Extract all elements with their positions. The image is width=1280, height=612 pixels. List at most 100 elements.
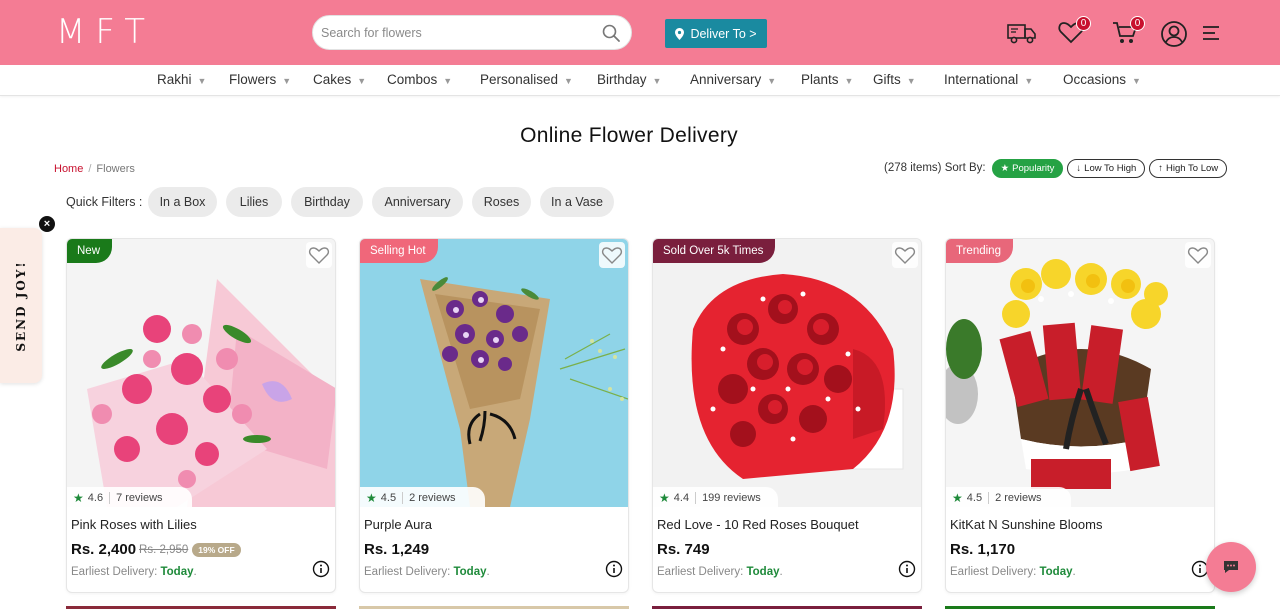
nav-item-cakes[interactable]: Cakes ▼: [313, 72, 366, 87]
delivery-day: Today: [746, 566, 780, 578]
chevron-down-icon: ▼: [357, 76, 367, 86]
quick-filters-label: Quick Filters :: [66, 195, 143, 209]
product-image[interactable]: [67, 239, 335, 507]
arrow-down-icon: ↓: [1076, 162, 1082, 174]
nav-item-anniversary[interactable]: Anniversary ▼: [690, 72, 776, 87]
cart-count-badge: 0: [1130, 16, 1145, 31]
chevron-down-icon: ▼: [282, 76, 292, 86]
info-icon[interactable]: [312, 560, 330, 578]
delivery-day: Today: [160, 566, 194, 578]
nav-item-combos[interactable]: Combos ▼: [387, 72, 452, 87]
cart-button[interactable]: 0: [1111, 16, 1145, 48]
divider: [988, 492, 990, 504]
product-tag: Sold Over 5k Times: [653, 239, 776, 263]
product-name[interactable]: Pink Roses with Lilies: [71, 517, 197, 532]
wishlist-count-badge: 0: [1076, 16, 1091, 31]
nav-item-personalised[interactable]: Personalised ▼: [480, 72, 573, 87]
delivery-truck-button[interactable]: [1006, 18, 1036, 48]
product-card[interactable]: Trending ★ 4.5 2 reviews KitKat N Sunshine…: [945, 238, 1215, 593]
filter-chip-roses[interactable]: Roses: [472, 187, 531, 217]
review-count: 2 reviews: [995, 492, 1042, 504]
product-price-row: Rs. 2,400 Rs. 2,950 19% OFF: [71, 541, 241, 558]
next-row-card-edge: [66, 606, 336, 612]
nav-item-plants[interactable]: Plants ▼: [801, 72, 853, 87]
divider: [109, 492, 111, 504]
nav-label: International: [944, 72, 1019, 87]
sort-low-to-high-label: Low To High: [1084, 162, 1137, 174]
menu-button[interactable]: [1201, 22, 1231, 52]
divider: [695, 492, 697, 504]
chevron-down-icon: ▼: [767, 76, 777, 86]
nav-label: Occasions: [1063, 72, 1127, 87]
nav-item-rakhi[interactable]: Rakhi ▼: [157, 72, 206, 87]
next-row-card-edge: [359, 606, 629, 612]
product-name[interactable]: Red Love - 10 Red Roses Bouquet: [657, 517, 859, 532]
sort-popularity-button[interactable]: ★ Popularity: [991, 158, 1064, 178]
product-card[interactable]: Selling Hot ★ 4.5 2 reviews Purple Aura Rs…: [359, 238, 629, 593]
nav-label: Plants: [801, 72, 839, 87]
product-image[interactable]: [360, 239, 628, 507]
sort-bar: (278 items) Sort By: ★ Popularity ↓ Low To…: [884, 158, 1228, 178]
close-icon[interactable]: ×: [39, 216, 55, 232]
heart-icon[interactable]: [892, 242, 918, 268]
search-bar[interactable]: [312, 15, 632, 50]
product-price: Rs. 1,170: [950, 541, 1016, 558]
send-joy-side-tab[interactable]: SEND JOY!: [0, 228, 42, 383]
product-rating: ★ 4.5 2 reviews: [360, 487, 485, 509]
delivery-label: Earliest Delivery:: [950, 566, 1037, 578]
filter-chip-in-a-box[interactable]: In a Box: [148, 187, 217, 217]
search-input[interactable]: [321, 23, 591, 43]
delivery-end: .: [486, 566, 490, 578]
nav-label: Birthday: [597, 72, 647, 87]
filter-chip-birthday[interactable]: Birthday: [291, 187, 363, 217]
earliest-delivery: Earliest Delivery: Today.: [657, 566, 783, 578]
sort-low-to-high-button[interactable]: ↓ Low To High: [1067, 158, 1146, 178]
send-joy-label: SEND JOY!: [14, 260, 28, 352]
product-image[interactable]: [653, 239, 921, 507]
filter-chip-anniversary[interactable]: Anniversary: [372, 187, 463, 217]
filter-chip-in-a-vase[interactable]: In a Vase: [540, 187, 614, 217]
heart-icon[interactable]: [306, 242, 332, 268]
product-image[interactable]: [946, 239, 1214, 507]
breadcrumb-current: Flowers: [96, 163, 135, 175]
nav-item-international[interactable]: International ▼: [944, 72, 1033, 87]
sort-high-to-low-button[interactable]: ↑ High To Low: [1149, 158, 1228, 178]
review-count: 7 reviews: [116, 492, 163, 504]
chevron-down-icon: ▼: [1132, 76, 1141, 86]
nav-item-flowers[interactable]: Flowers ▼: [229, 72, 291, 87]
filter-chip-lilies[interactable]: Lilies: [226, 187, 282, 217]
nav-item-gifts[interactable]: Gifts ▼: [873, 72, 916, 87]
nav-label: Gifts: [873, 72, 901, 87]
nav-label: Personalised: [480, 72, 559, 87]
product-name[interactable]: KitKat N Sunshine Blooms: [950, 517, 1102, 532]
product-card[interactable]: Sold Over 5k Times ★ 4.4 199 reviews Red L…: [652, 238, 922, 593]
pink-lilies-bouquet-image: [67, 239, 335, 507]
wishlist-button[interactable]: 0: [1057, 16, 1091, 48]
nav-item-occasions[interactable]: Occasions ▼: [1063, 72, 1141, 87]
breadcrumb-home-link[interactable]: Home: [54, 163, 83, 175]
site-logo[interactable]: MFT: [56, 12, 155, 52]
delivery-truck-icon: [1007, 24, 1036, 44]
account-button[interactable]: [1160, 20, 1190, 50]
info-icon[interactable]: [605, 560, 623, 578]
deliver-to-button[interactable]: Deliver To >: [665, 19, 767, 48]
sort-high-to-low-label: High To Low: [1166, 162, 1219, 174]
info-icon[interactable]: [898, 560, 916, 578]
product-price: Rs. 1,249: [364, 541, 430, 558]
earliest-delivery: Earliest Delivery: Today.: [364, 566, 490, 578]
review-count: 2 reviews: [409, 492, 456, 504]
product-price: Rs. 2,400: [71, 541, 137, 558]
delivery-end: .: [193, 566, 197, 578]
product-price: Rs. 749: [657, 541, 710, 558]
product-name[interactable]: Purple Aura: [364, 517, 432, 532]
heart-icon[interactable]: [1185, 242, 1211, 268]
product-price-row: Rs. 1,170: [950, 541, 1015, 558]
star-icon: ★: [366, 491, 377, 505]
star-icon: ★: [73, 491, 84, 505]
heart-icon[interactable]: [599, 242, 625, 268]
search-icon[interactable]: [601, 23, 621, 43]
chevron-down-icon: ▼: [1024, 76, 1034, 86]
product-card[interactable]: New ★ 4.6 7 reviews Pink Roses with Lilies…: [66, 238, 336, 593]
chat-button[interactable]: [1206, 542, 1256, 592]
nav-item-birthday[interactable]: Birthday ▼: [597, 72, 661, 87]
